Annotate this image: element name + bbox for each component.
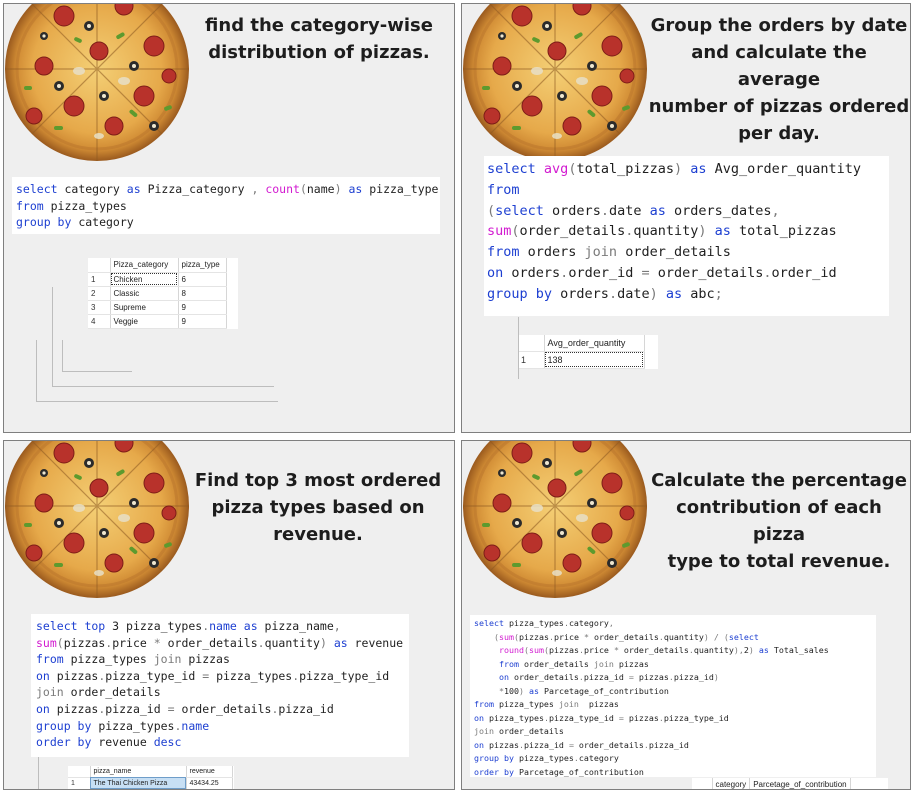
sql-query-editor[interactable]: select avg(total_pizzas) as Avg_order_qu… bbox=[484, 156, 889, 316]
slide-panel-category-distribution: find the category-wise distribution of p… bbox=[3, 3, 455, 433]
table-row[interactable]: 1 The Thai Chicken Pizza 43434.25 bbox=[68, 777, 233, 789]
pizza-image bbox=[4, 441, 190, 599]
sql-query-editor[interactable]: select top 3 pizza_types.name as pizza_n… bbox=[31, 614, 409, 757]
column-header[interactable]: category bbox=[712, 778, 751, 789]
slide-panel-revenue-contribution: Calculate the percentage contribution of… bbox=[461, 440, 911, 790]
panel-title: Find top 3 most ordered pizza types base… bbox=[194, 470, 442, 545]
results-grid[interactable]: Avg_order_quantity 1 138 bbox=[518, 335, 658, 369]
frame-line bbox=[38, 757, 39, 789]
sql-query-editor[interactable]: select category as Pizza_category , coun… bbox=[12, 177, 440, 234]
panel-title: Group the orders by date and calculate t… bbox=[648, 15, 910, 144]
column-header[interactable]: Parcetage_of_contribution bbox=[749, 778, 851, 789]
column-header[interactable]: Pizza_category bbox=[110, 258, 179, 273]
panel-title: find the category-wise distribution of p… bbox=[205, 15, 433, 63]
column-header[interactable]: Avg_order_quantity bbox=[544, 335, 645, 352]
frame-line bbox=[62, 340, 132, 372]
results-grid[interactable]: pizza_name revenue 1 The Thai Chicken Pizz… bbox=[68, 766, 234, 789]
pizza-image bbox=[4, 4, 190, 162]
table-row[interactable]: 1 Chicken 6 bbox=[88, 272, 227, 287]
sql-query-editor[interactable]: select pizza_types.category, (sum(pizzas… bbox=[470, 615, 876, 777]
table-row[interactable]: 1 138 bbox=[518, 351, 645, 369]
pizza-image bbox=[462, 4, 648, 162]
panel-title: Calculate the percentage contribution of… bbox=[651, 470, 907, 572]
column-header[interactable]: revenue bbox=[186, 766, 233, 778]
column-header[interactable]: pizza_type bbox=[178, 258, 227, 273]
column-header[interactable]: pizza_name bbox=[90, 766, 187, 778]
slide-panel-average-orders: Group the orders by date and calculate t… bbox=[461, 3, 911, 433]
frame-line bbox=[518, 317, 519, 379]
slide-panel-top-pizza-types: Find top 3 most ordered pizza types base… bbox=[3, 440, 455, 790]
results-grid[interactable]: category Parcetage_of_contribution bbox=[692, 778, 888, 789]
pizza-image bbox=[462, 441, 648, 599]
